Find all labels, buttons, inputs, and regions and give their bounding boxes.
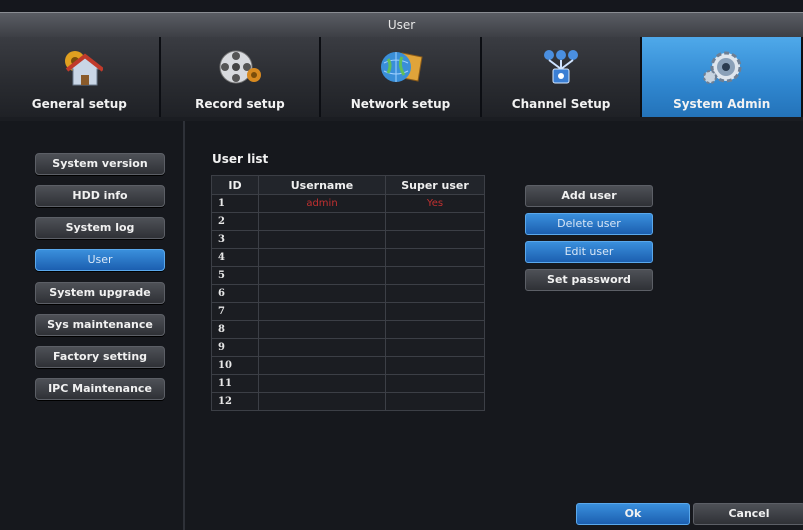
tab-system-admin[interactable]: System Admin (642, 37, 803, 117)
cell-super-user (385, 266, 485, 285)
cell-id: 8 (211, 320, 259, 339)
cell-super-user (385, 392, 485, 411)
table-row[interactable]: 2 (211, 212, 485, 231)
table-row[interactable]: 6 (211, 284, 485, 303)
sidebar-item-system-log[interactable]: System log (35, 217, 165, 239)
gear-icon (698, 47, 746, 87)
cell-id: 7 (211, 302, 259, 321)
table-row[interactable]: 10 (211, 356, 485, 375)
cell-id: 4 (211, 248, 259, 267)
tab-label: Record setup (195, 97, 285, 111)
cell-username (258, 356, 386, 375)
user-list-title: User list (212, 152, 269, 166)
cell-username (258, 248, 386, 267)
tab-bar: General setup Record setup Network setup… (0, 37, 803, 117)
cell-super-user (385, 338, 485, 357)
cell-username (258, 266, 386, 285)
cell-super-user: Yes (385, 194, 485, 213)
tab-label: Channel Setup (511, 97, 611, 111)
tab-label: Network setup (350, 97, 451, 111)
user-table: ID Username Super user 1 admin Yes 2 3 4 5 6 7 8 9… (211, 175, 485, 411)
sidebar-item-system-version[interactable]: System version (35, 153, 165, 175)
column-header-username: Username (258, 175, 386, 195)
set-password-button[interactable]: Set password (525, 269, 653, 291)
cell-username: admin (258, 194, 386, 213)
tab-label: System Admin (673, 97, 771, 111)
channel-network-icon (537, 47, 585, 87)
cell-username (258, 284, 386, 303)
sidebar-divider (183, 121, 185, 530)
cell-super-user (385, 212, 485, 231)
cell-username (258, 338, 386, 357)
cell-super-user (385, 284, 485, 303)
globe-laptop-icon (376, 47, 424, 87)
tab-general-setup[interactable]: General setup (0, 37, 161, 117)
sidebar-item-sys-maintenance[interactable]: Sys maintenance (35, 314, 165, 336)
tab-channel-setup[interactable]: Channel Setup (481, 37, 643, 117)
cell-super-user (385, 230, 485, 249)
cancel-button[interactable]: Cancel (693, 503, 803, 525)
tab-record-setup[interactable]: Record setup (160, 37, 322, 117)
cell-id: 2 (211, 212, 259, 231)
tab-label: General setup (31, 97, 127, 111)
table-row[interactable]: 1 admin Yes (211, 194, 485, 213)
cell-id: 3 (211, 230, 259, 249)
table-row[interactable]: 11 (211, 374, 485, 393)
house-gear-icon (55, 47, 105, 87)
table-row[interactable]: 5 (211, 266, 485, 285)
cell-id: 11 (211, 374, 259, 393)
sidebar-item-hdd-info[interactable]: HDD info (35, 185, 165, 207)
tab-network-setup[interactable]: Network setup (321, 37, 482, 117)
cell-id: 6 (211, 284, 259, 303)
table-row[interactable]: 3 (211, 230, 485, 249)
dialog-window: User General setup Record setup Network … (0, 0, 803, 530)
table-row[interactable]: 4 (211, 248, 485, 267)
cell-username (258, 374, 386, 393)
cell-super-user (385, 302, 485, 321)
window-title: User (0, 12, 803, 37)
cell-username (258, 302, 386, 321)
cell-super-user (385, 374, 485, 393)
cell-username (258, 320, 386, 339)
cell-id: 9 (211, 338, 259, 357)
sidebar-item-ipc-maintenance[interactable]: IPC Maintenance (35, 378, 165, 400)
table-header-row: ID Username Super user (211, 175, 485, 195)
cell-super-user (385, 356, 485, 375)
cell-id: 1 (211, 194, 259, 213)
cell-username (258, 392, 386, 411)
cell-super-user (385, 248, 485, 267)
cell-id: 5 (211, 266, 259, 285)
content-area: System version HDD info System log User … (0, 121, 803, 530)
column-header-id: ID (211, 175, 259, 195)
cell-username (258, 212, 386, 231)
cell-id: 10 (211, 356, 259, 375)
delete-user-button[interactable]: Delete user (525, 213, 653, 235)
sidebar-item-user[interactable]: User (35, 249, 165, 271)
sidebar-item-system-upgrade[interactable]: System upgrade (35, 282, 165, 304)
ok-button[interactable]: Ok (576, 503, 690, 525)
cell-username (258, 230, 386, 249)
table-row[interactable]: 8 (211, 320, 485, 339)
add-user-button[interactable]: Add user (525, 185, 653, 207)
sidebar-item-factory-setting[interactable]: Factory setting (35, 346, 165, 368)
edit-user-button[interactable]: Edit user (525, 241, 653, 263)
table-row[interactable]: 9 (211, 338, 485, 357)
cell-super-user (385, 320, 485, 339)
table-row[interactable]: 7 (211, 302, 485, 321)
film-reel-icon (216, 47, 264, 87)
cell-id: 12 (211, 392, 259, 411)
table-row[interactable]: 12 (211, 392, 485, 411)
column-header-super-user: Super user (385, 175, 485, 195)
